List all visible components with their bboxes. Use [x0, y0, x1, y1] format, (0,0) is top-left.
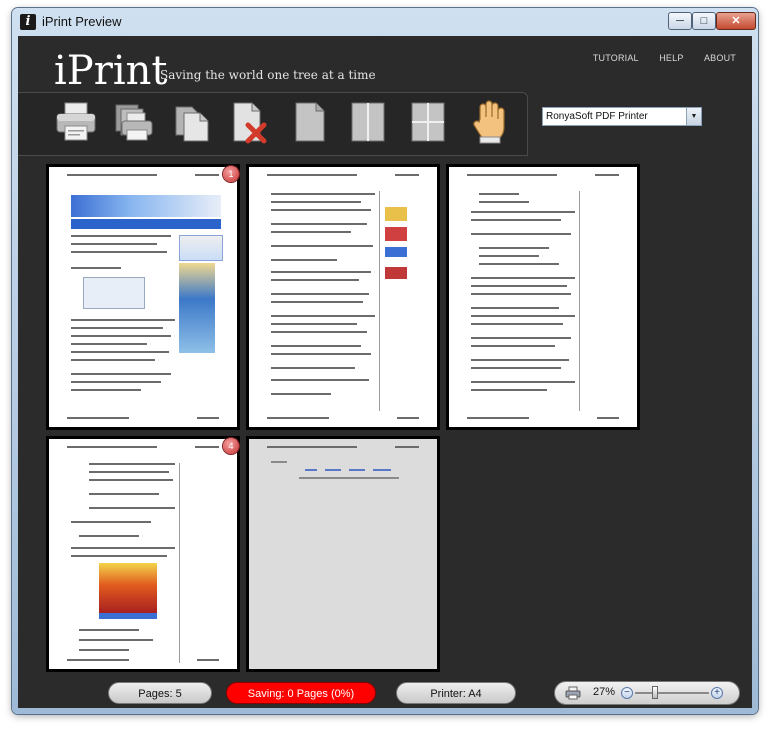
delete-page-icon [233, 102, 267, 144]
page-header-rule [67, 444, 219, 450]
page-header-rule [267, 444, 419, 450]
page-footer-rule [67, 416, 219, 421]
page-single-icon [295, 102, 325, 142]
pan-tool-button[interactable] [468, 99, 512, 145]
page-thumbnail[interactable] [46, 436, 240, 672]
app-window: i iPrint Preview ─ □ ✕ iPrint Saving the… [12, 8, 758, 714]
app-logo: iPrint [54, 48, 168, 94]
toolbar [18, 92, 528, 156]
chevron-down-icon[interactable]: ▼ [686, 108, 701, 125]
page-footer-rule [467, 416, 619, 421]
copy-pages-button[interactable] [170, 99, 214, 145]
page-footer-rule [267, 416, 419, 421]
plus-icon: + [714, 687, 720, 698]
minimize-icon: ─ [676, 15, 684, 27]
page-thumbnail[interactable] [46, 164, 240, 430]
zoom-out-button[interactable]: − [621, 687, 633, 699]
page-two-column-icon [351, 102, 385, 142]
app-icon: i [20, 14, 36, 30]
close-icon: ✕ [731, 15, 741, 27]
page-header-rule [467, 172, 619, 178]
printer-select-value: RonyaSoft PDF Printer [546, 111, 648, 122]
zoom-slider-track[interactable] [635, 692, 709, 694]
page-four-grid-icon [411, 102, 445, 142]
saving-status: Saving: 0 Pages (0%) [226, 682, 376, 704]
layout-four-grid-button[interactable] [406, 99, 450, 145]
print-multiple-button[interactable] [112, 99, 156, 145]
preview-area: iPrint Saving the world one tree at a ti… [18, 36, 752, 708]
page-header-rule [267, 172, 419, 178]
close-button[interactable]: ✕ [716, 12, 756, 30]
page-thumbnail[interactable] [246, 164, 440, 430]
title-bar[interactable]: i iPrint Preview ─ □ ✕ [12, 8, 758, 36]
minus-icon: − [624, 687, 630, 698]
maximize-button[interactable]: □ [692, 12, 716, 30]
zoom-in-button[interactable]: + [711, 687, 723, 699]
print-button[interactable] [54, 99, 98, 145]
fit-page-button[interactable] [565, 686, 581, 700]
pages-count-status: Pages: 5 [108, 682, 212, 704]
nav-help[interactable]: HELP [659, 53, 683, 63]
print-icon [56, 102, 96, 141]
app-tagline: Saving the world one tree at a time [160, 68, 376, 82]
minimize-button[interactable]: ─ [668, 12, 692, 30]
page-number-badge: 1 [223, 166, 239, 182]
print-multiple-icon [115, 104, 153, 141]
window-title: iPrint Preview [42, 14, 122, 29]
page-thumbnail[interactable] [246, 436, 440, 672]
printer-select[interactable]: RonyaSoft PDF Printer ▼ [542, 107, 702, 126]
maximize-icon: □ [700, 15, 708, 27]
hand-pan-icon [473, 100, 505, 144]
zoom-percent: 27% [593, 686, 616, 698]
page-footer-rule [67, 658, 219, 663]
page-thumbnail[interactable] [446, 164, 640, 430]
top-nav: TUTORIAL HELP ABOUT [577, 48, 736, 66]
zoom-slider-thumb[interactable] [652, 686, 658, 699]
paper-size-status: Printer: A4 [396, 682, 516, 704]
nav-tutorial[interactable]: TUTORIAL [593, 53, 639, 63]
page-header-rule [67, 172, 219, 178]
delete-page-button[interactable] [228, 99, 272, 145]
layout-two-column-button[interactable] [346, 99, 390, 145]
copy-pages-icon [175, 106, 209, 142]
printer-small-icon [565, 686, 581, 700]
zoom-control: 27% − + [554, 681, 740, 705]
page-number-badge: 4 [223, 438, 239, 454]
nav-about[interactable]: ABOUT [704, 53, 736, 63]
layout-single-button[interactable] [288, 99, 332, 145]
